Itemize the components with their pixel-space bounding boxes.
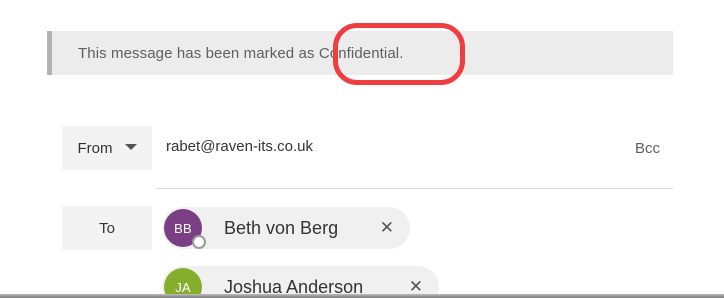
- recipient-chip[interactable]: BB Beth von Berg ✕: [162, 207, 410, 249]
- remove-recipient-icon[interactable]: ✕: [380, 218, 394, 238]
- from-address: rabet@raven-its.co.uk: [166, 138, 313, 155]
- from-button[interactable]: From: [62, 126, 152, 170]
- from-label: From: [77, 139, 113, 157]
- to-label: To: [99, 219, 115, 237]
- presence-status-icon: [192, 235, 206, 249]
- to-button[interactable]: To: [62, 206, 152, 250]
- avatar-initials: JA: [175, 279, 191, 295]
- bcc-button[interactable]: Bcc: [635, 140, 660, 157]
- chevron-down-icon: [124, 144, 137, 150]
- divider: [155, 188, 673, 189]
- avatar: BB: [164, 209, 206, 249]
- avatar-initials: BB: [174, 220, 192, 236]
- recipient-name: Beth von Berg: [224, 217, 339, 238]
- window-edge: [0, 294, 724, 298]
- highlight-annotation: [333, 23, 465, 85]
- compose-pane: This message has been marked as Confiden…: [0, 0, 724, 298]
